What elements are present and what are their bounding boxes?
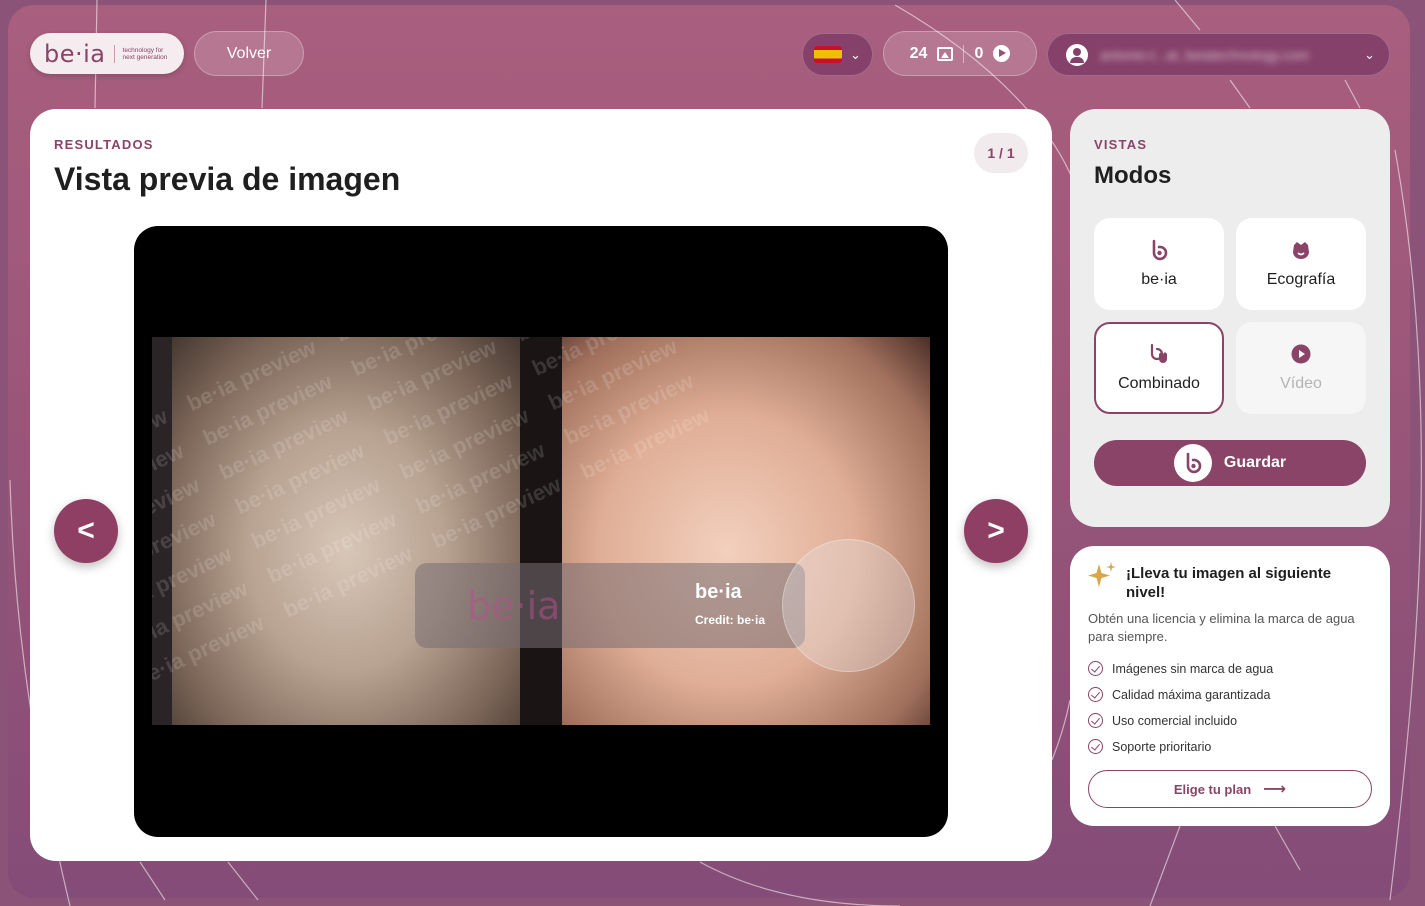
check-icon bbox=[1088, 687, 1103, 702]
logo-tagline: technology for next generation bbox=[122, 46, 168, 61]
chevron-down-icon: ⌄ bbox=[1364, 46, 1375, 62]
benefit-item: Soporte prioritario bbox=[1088, 739, 1211, 754]
watermark-banner: be·ia be·ia Credit: be·ia bbox=[415, 563, 805, 648]
results-card: RESULTADOS Vista previa de imagen 1 / 1 … bbox=[30, 109, 1052, 861]
choose-plan-label: Elige tu plan bbox=[1173, 781, 1252, 797]
combined-icon bbox=[1148, 343, 1170, 365]
flag-es-icon bbox=[814, 46, 843, 63]
mode-video[interactable]: Vídeo bbox=[1236, 322, 1366, 414]
views-card: VISTAS Modos be·ia Ecografía Combinado V… bbox=[1070, 109, 1390, 527]
choose-plan-button[interactable]: Elige tu plan ⟶ bbox=[1088, 770, 1372, 808]
ultrasound-icon bbox=[1290, 239, 1312, 261]
results-eyebrow: RESULTADOS bbox=[54, 137, 154, 152]
watermark-circle bbox=[782, 539, 915, 672]
back-button[interactable]: Volver bbox=[194, 31, 304, 76]
next-image-button[interactable]: > bbox=[964, 499, 1028, 563]
image-icon bbox=[937, 46, 954, 61]
logo-wordmark: be·ia bbox=[44, 39, 106, 68]
modes-title: Modos bbox=[1094, 162, 1172, 189]
upgrade-card: ¡Lleva tu imagen al siguiente nivel! Obt… bbox=[1070, 546, 1390, 826]
user-email: antonio-t...at..beiatechnology.com bbox=[1100, 46, 1310, 63]
video-count: 0 bbox=[974, 44, 984, 62]
save-button[interactable]: Guardar bbox=[1094, 440, 1366, 486]
image-count: 24 bbox=[909, 44, 928, 62]
upgrade-title: ¡Lleva tu imagen al siguiente nivel! bbox=[1126, 565, 1332, 601]
arrow-right-icon: ⟶ bbox=[1263, 781, 1287, 798]
play-icon bbox=[993, 45, 1011, 62]
chevron-down-icon: ⌄ bbox=[850, 46, 861, 62]
mode-label: Ecografía bbox=[1266, 271, 1336, 288]
watermark-logo: be·ia bbox=[467, 583, 561, 628]
beia-icon bbox=[1173, 444, 1212, 482]
mode-label: Vídeo bbox=[1280, 375, 1322, 392]
language-selector[interactable]: ⌄ bbox=[802, 33, 873, 76]
benefit-item: Uso comercial incluido bbox=[1088, 713, 1237, 728]
save-label: Guardar bbox=[1223, 454, 1287, 471]
page-indicator: 1 / 1 bbox=[974, 133, 1028, 173]
mode-label: be·ia bbox=[1141, 271, 1177, 288]
previous-image-button[interactable]: < bbox=[54, 499, 118, 563]
user-menu[interactable]: antonio-t...at..beiatechnology.com ⌄ bbox=[1047, 33, 1390, 76]
logo[interactable]: be·ia technology for next generation bbox=[30, 33, 184, 74]
watermark-credit: Credit: be·ia bbox=[695, 613, 766, 627]
mode-ecografia[interactable]: Ecografía bbox=[1236, 218, 1366, 310]
watermark-title: be·ia bbox=[695, 581, 742, 603]
counter-divider bbox=[963, 44, 965, 63]
check-icon bbox=[1088, 739, 1103, 754]
credits-counter[interactable]: 24 0 bbox=[883, 31, 1037, 76]
upgrade-description: Obtén una licencia y elimina la marca de… bbox=[1088, 611, 1355, 644]
sparkles-icon bbox=[1088, 562, 1116, 587]
mode-label: Combinado bbox=[1118, 375, 1200, 392]
benefit-item: Calidad máxima garantizada bbox=[1088, 687, 1270, 702]
user-icon bbox=[1066, 43, 1088, 66]
preview-watermark: be·ia preview be·ia preview be·ia previe… bbox=[152, 337, 714, 692]
benefit-item: Imágenes sin marca de agua bbox=[1088, 661, 1273, 676]
check-icon bbox=[1088, 661, 1103, 676]
mode-beia[interactable]: be·ia bbox=[1094, 218, 1224, 310]
beia-icon bbox=[1148, 239, 1170, 261]
page-title: Vista previa de imagen bbox=[54, 161, 401, 197]
image-viewer: be·ia preview be·ia preview be·ia previe… bbox=[134, 226, 948, 837]
views-eyebrow: VISTAS bbox=[1094, 137, 1148, 152]
check-icon bbox=[1088, 713, 1103, 728]
mode-combinado[interactable]: Combinado bbox=[1094, 322, 1224, 414]
play-icon bbox=[1290, 343, 1312, 365]
logo-divider bbox=[113, 44, 115, 63]
